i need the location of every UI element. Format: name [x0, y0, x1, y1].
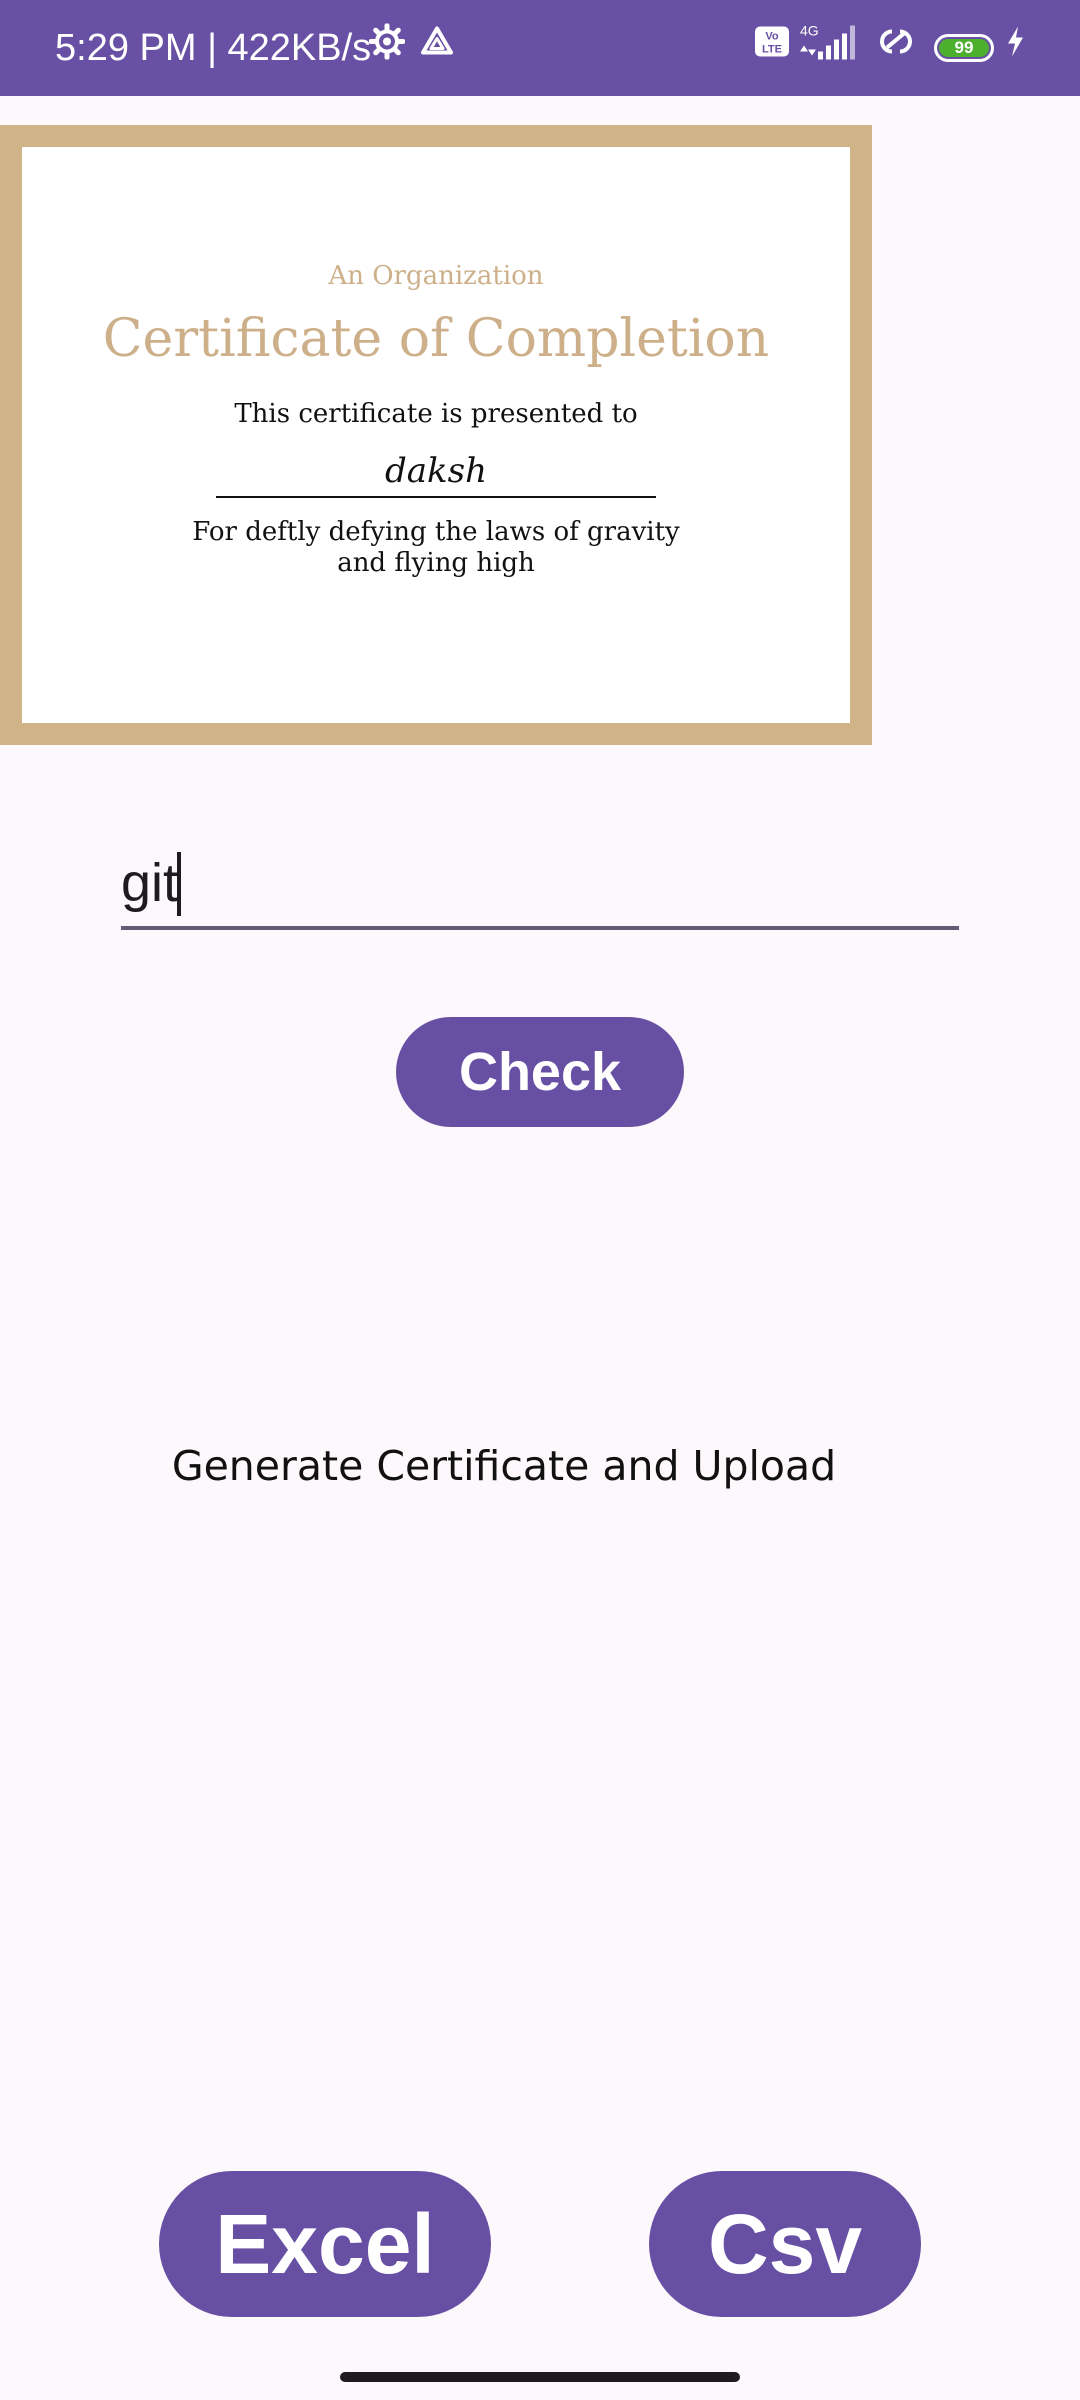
text-cursor: [177, 852, 181, 916]
settings-icon: [368, 23, 406, 65]
generate-certificate-label: Generate Certificate and Upload: [171, 1442, 837, 1490]
name-input-field[interactable]: [121, 840, 959, 930]
check-button[interactable]: Check: [396, 1017, 684, 1127]
csv-button[interactable]: Csv: [649, 2171, 921, 2317]
link-icon: [874, 24, 918, 65]
status-time: 5:29 PM | 422KB/s: [55, 27, 372, 69]
certificate-reason-line2: and flying high: [337, 548, 535, 578]
drive-icon: [420, 25, 454, 64]
excel-button[interactable]: Excel: [159, 2171, 491, 2317]
certificate-title: Certificate of Completion: [102, 309, 770, 369]
network-label: 4G: [800, 23, 819, 39]
certificate-reason: For deftly defying the laws of gravity a…: [22, 517, 850, 579]
certificate-presented-to: This certificate is presented to: [234, 399, 638, 429]
charging-icon: [1004, 25, 1026, 64]
certificate-preview: An Organization Certificate of Completio…: [0, 125, 872, 745]
certificate-card: An Organization Certificate of Completio…: [22, 147, 850, 723]
certificate-organization: An Organization: [328, 261, 544, 291]
svg-text:Vo: Vo: [765, 31, 779, 43]
name-input[interactable]: [121, 840, 959, 926]
home-indicator[interactable]: [340, 2372, 740, 2382]
certificate-reason-line1: For deftly defying the laws of gravity: [192, 517, 680, 547]
battery-icon: 99: [934, 34, 994, 62]
certificate-recipient: daksh: [216, 449, 656, 498]
svg-text:LTE: LTE: [762, 44, 782, 56]
status-bar: 5:29 PM | 422KB/s Vo LTE 4G 99: [0, 0, 1080, 96]
volte-icon: Vo LTE: [754, 26, 790, 63]
battery-level: 99: [939, 39, 989, 57]
signal-icon: 4G: [796, 22, 866, 67]
